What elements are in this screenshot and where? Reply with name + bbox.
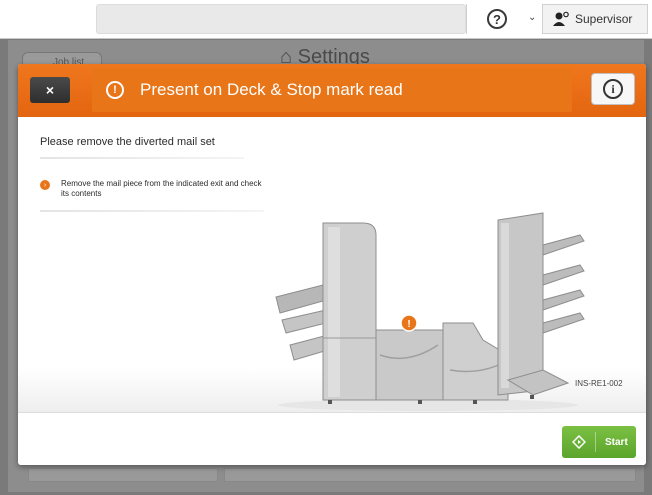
instruction-heading: Please remove the diverted mail set — [40, 136, 215, 148]
help-button[interactable]: ? — [466, 4, 527, 34]
dialog-title: Present on Deck & Stop mark read — [140, 80, 403, 99]
svg-text:!: ! — [407, 319, 410, 330]
top-bar-field[interactable] — [96, 4, 466, 34]
start-label: Start — [605, 436, 628, 448]
dialog-header: × ! Present on Deck & Stop mark read i — [18, 64, 646, 117]
step-marker-icon: › — [40, 180, 50, 190]
dialog-footer: Start — [18, 412, 646, 465]
step-text: Remove the mail piece from the indicated… — [61, 179, 262, 198]
chevron-down-icon[interactable]: ⌄ — [528, 12, 536, 23]
user-gear-icon — [553, 11, 569, 26]
warning-icon: ! — [106, 81, 124, 99]
top-bar: ? ⌄ Supervisor — [0, 0, 652, 39]
close-icon: × — [45, 82, 55, 98]
start-diamond-icon — [569, 432, 596, 452]
divider — [40, 157, 244, 159]
error-dialog: × ! Present on Deck & Stop mark read i P… — [18, 64, 646, 465]
user-menu[interactable]: Supervisor — [542, 4, 648, 34]
image-code: INS-RE1-002 — [575, 379, 623, 388]
background-footer-right — [224, 468, 636, 482]
dialog-title-box: ! Present on Deck & Stop mark read — [92, 68, 572, 112]
start-button[interactable]: Start — [562, 426, 636, 458]
machine-illustration: ! — [275, 212, 585, 411]
divider — [40, 210, 264, 212]
user-label: Supervisor — [575, 12, 633, 26]
background-footer-left — [28, 468, 218, 482]
info-icon: i — [603, 79, 623, 99]
info-button[interactable]: i — [591, 73, 635, 105]
question-circle-icon: ? — [487, 9, 507, 29]
close-button[interactable]: × — [30, 77, 70, 103]
dialog-body: Please remove the diverted mail set › Re… — [18, 117, 646, 412]
